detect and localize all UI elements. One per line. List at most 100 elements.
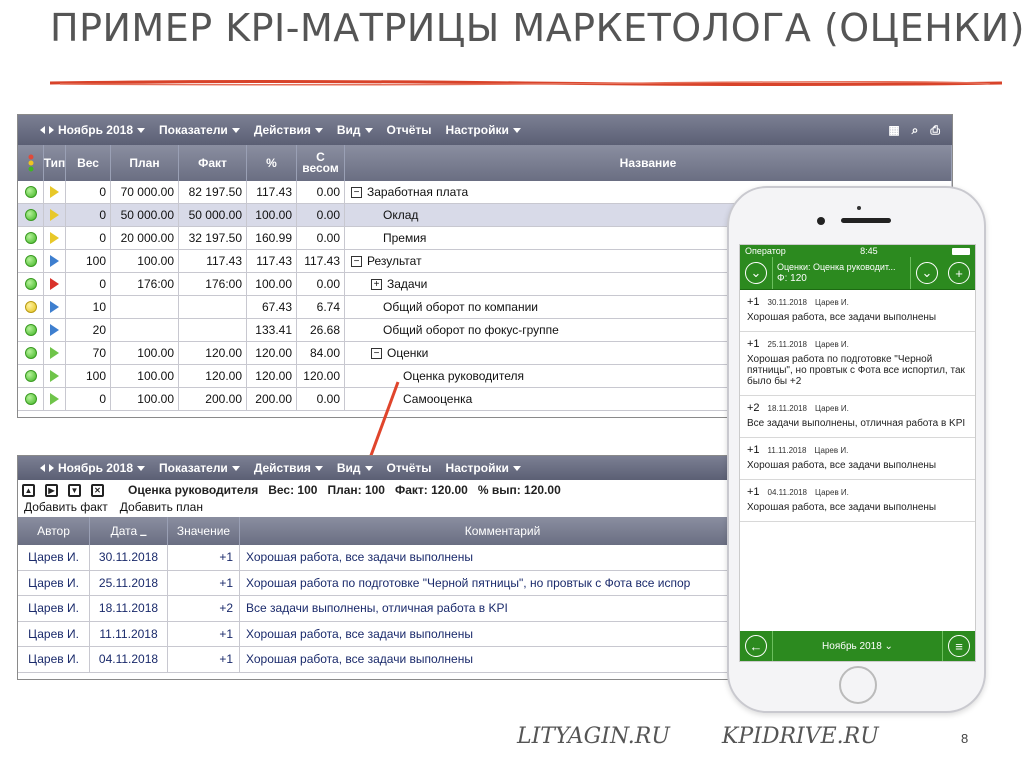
header-value[interactable]: Значение bbox=[168, 517, 240, 545]
phone-camera bbox=[817, 217, 825, 225]
menu-reports[interactable]: Отчёты bbox=[387, 123, 432, 137]
info-bar: ▲ ▶ ▼ ✕ Оценка руководителя Вес: 100 Пла… bbox=[18, 480, 766, 500]
table-row[interactable]: Царев И. 30.11.2018 +1 Хорошая работа, все … bbox=[18, 545, 766, 571]
table-row[interactable]: Царев И. 18.11.2018 +2 Все задачи выполнены… bbox=[18, 596, 766, 622]
header-percent[interactable]: % bbox=[247, 145, 297, 181]
menu-view[interactable]: Вид bbox=[337, 123, 373, 137]
period-selector[interactable]: Ноябрь 2018 bbox=[40, 123, 145, 137]
chevron-down-icon[interactable]: ⌄ bbox=[745, 262, 767, 284]
table-row[interactable]: Царев И. 25.11.2018 +1 Хорошая работа по по… bbox=[18, 570, 766, 596]
item-val: +1 bbox=[747, 296, 760, 308]
menu-actions[interactable]: Действия bbox=[254, 123, 323, 137]
cell-pct: 100.00 bbox=[247, 204, 297, 226]
menu-indicators[interactable]: Показатели bbox=[159, 123, 240, 137]
list-item[interactable]: +1 04.11.2018 Царев И. Хорошая работа, все … bbox=[740, 480, 975, 522]
status-dot-icon bbox=[24, 278, 37, 290]
row-name: Задачи bbox=[387, 277, 428, 291]
cell-fact: 200.00 bbox=[179, 388, 247, 410]
header-fact[interactable]: Факт bbox=[179, 145, 247, 181]
site-kpidrive[interactable]: KPIDRIVE.RU bbox=[722, 724, 879, 749]
menu-icon[interactable]: ≡ bbox=[948, 635, 970, 657]
collapse-icon[interactable]: − bbox=[371, 347, 382, 359]
close-icon[interactable]: ✕ bbox=[91, 483, 104, 497]
item-author: Царев И. bbox=[814, 446, 849, 455]
cell-author: Царев И. bbox=[18, 647, 90, 672]
header-author[interactable]: Автор bbox=[18, 517, 90, 545]
period-selector-2[interactable]: Ноябрь 2018 bbox=[40, 461, 145, 475]
status-dot-icon bbox=[24, 209, 37, 221]
period-label-2[interactable]: Ноябрь 2018 bbox=[58, 461, 145, 475]
cell-pct: 100.00 bbox=[247, 273, 297, 295]
next-period-icon[interactable] bbox=[49, 126, 54, 134]
header-with-weight[interactable]: С весом bbox=[297, 145, 345, 181]
row-name: Общий оборот по компании bbox=[383, 300, 538, 314]
type-cell bbox=[44, 250, 66, 272]
grid-icon[interactable]: ▦ bbox=[888, 123, 899, 138]
header-date[interactable]: Дата ▁ bbox=[90, 517, 168, 545]
cell-weight: 100 bbox=[66, 250, 111, 272]
cell-ws: 0.00 bbox=[297, 181, 345, 203]
indicator-title: Оценка руководителя bbox=[128, 483, 259, 497]
menu-settings[interactable]: Настройки bbox=[446, 123, 521, 137]
header-plan[interactable]: План bbox=[111, 145, 179, 181]
print-icon[interactable]: ⎙ bbox=[930, 123, 940, 138]
header-date-label: Дата bbox=[110, 524, 138, 538]
sort-icon: ▁ bbox=[140, 526, 147, 536]
add-fact-button[interactable]: Добавить факт bbox=[24, 500, 108, 514]
evaluation-window: Ноябрь 2018 Показатели Действия Вид Отчё… bbox=[17, 455, 767, 680]
header-comment[interactable]: Комментарий bbox=[240, 517, 766, 545]
expand-icon[interactable]: ⌄ bbox=[916, 262, 938, 284]
item-meta: +1 04.11.2018 Царев И. bbox=[747, 486, 968, 498]
app-header-titles: Оценки: Оценка руководит... Ф: 120 bbox=[772, 257, 911, 289]
table-row[interactable]: Царев И. 04.11.2018 +1 Хорошая работа, все … bbox=[18, 647, 766, 673]
footer-sites: LITYAGIN.RU KPIDRIVE.RU bbox=[517, 724, 879, 749]
next-period-icon[interactable] bbox=[49, 464, 54, 472]
collapse-icon[interactable]: − bbox=[351, 255, 362, 267]
search-icon[interactable]: ⌕ bbox=[912, 123, 919, 138]
type-cell bbox=[44, 296, 66, 318]
add-plan-button[interactable]: Добавить план bbox=[120, 500, 203, 514]
menu-indicators-2[interactable]: Показатели bbox=[159, 461, 240, 475]
prev-period-icon[interactable] bbox=[40, 126, 45, 134]
cell-ws: 26.68 bbox=[297, 319, 345, 341]
collapse-up-icon[interactable]: ▲ bbox=[22, 483, 35, 497]
header-type[interactable]: Тип bbox=[44, 145, 66, 181]
header-weight[interactable]: Вес bbox=[66, 145, 111, 181]
back-icon[interactable]: ← bbox=[745, 635, 767, 657]
item-val: +1 bbox=[747, 486, 760, 498]
table-row[interactable]: Царев И. 11.11.2018 +1 Хорошая работа, все … bbox=[18, 621, 766, 647]
menu-actions-2[interactable]: Действия bbox=[254, 461, 323, 475]
period-label[interactable]: Ноябрь 2018 bbox=[58, 123, 145, 137]
list-item[interactable]: +1 25.11.2018 Царев И. Хорошая работа по по… bbox=[740, 332, 975, 396]
cell-date: 25.11.2018 bbox=[90, 570, 168, 595]
cell-fact: 117.43 bbox=[179, 250, 247, 272]
traffic-light-icon[interactable] bbox=[18, 145, 44, 181]
phone-feed: +1 30.11.2018 Царев И. Хорошая работа, все … bbox=[740, 290, 975, 522]
app-header-fact: Ф: 120 bbox=[777, 273, 807, 284]
add-icon[interactable]: + bbox=[948, 262, 970, 284]
cell-pct: 200.00 bbox=[247, 388, 297, 410]
list-item[interactable]: +1 30.11.2018 Царев И. Хорошая работа, все … bbox=[740, 290, 975, 332]
collapse-icon[interactable]: − bbox=[351, 186, 362, 198]
list-item[interactable]: +2 18.11.2018 Царев И. Все задачи выполнены… bbox=[740, 396, 975, 438]
list-item[interactable]: +1 11.11.2018 Царев И. Хорошая работа, все … bbox=[740, 438, 975, 480]
grid-header: Тип Вес План Факт % С весом Название bbox=[18, 145, 952, 181]
prev-period-icon[interactable] bbox=[40, 464, 45, 472]
footer-period[interactable]: Ноябрь 2018 ⌄ bbox=[772, 631, 943, 661]
cell-pct: 120.00 bbox=[247, 365, 297, 387]
expand-icon[interactable]: + bbox=[371, 278, 382, 290]
item-text: Хорошая работа, все задачи выполнены bbox=[747, 312, 937, 323]
menu-reports-2[interactable]: Отчёты bbox=[387, 461, 432, 475]
next-icon[interactable]: ▶ bbox=[45, 483, 58, 497]
home-button[interactable] bbox=[839, 666, 877, 704]
menu-view-2[interactable]: Вид bbox=[337, 461, 373, 475]
cell-fact bbox=[179, 319, 247, 341]
cell-value: +1 bbox=[168, 647, 240, 672]
site-lityagin[interactable]: LITYAGIN.RU bbox=[517, 724, 670, 749]
status-cell bbox=[18, 227, 44, 249]
expand-down-icon[interactable]: ▼ bbox=[68, 483, 81, 497]
item-date: 04.11.2018 bbox=[767, 488, 807, 497]
header-name[interactable]: Название bbox=[345, 145, 952, 181]
item-author: Царев И. bbox=[815, 298, 849, 307]
menu-settings-2[interactable]: Настройки bbox=[446, 461, 521, 475]
